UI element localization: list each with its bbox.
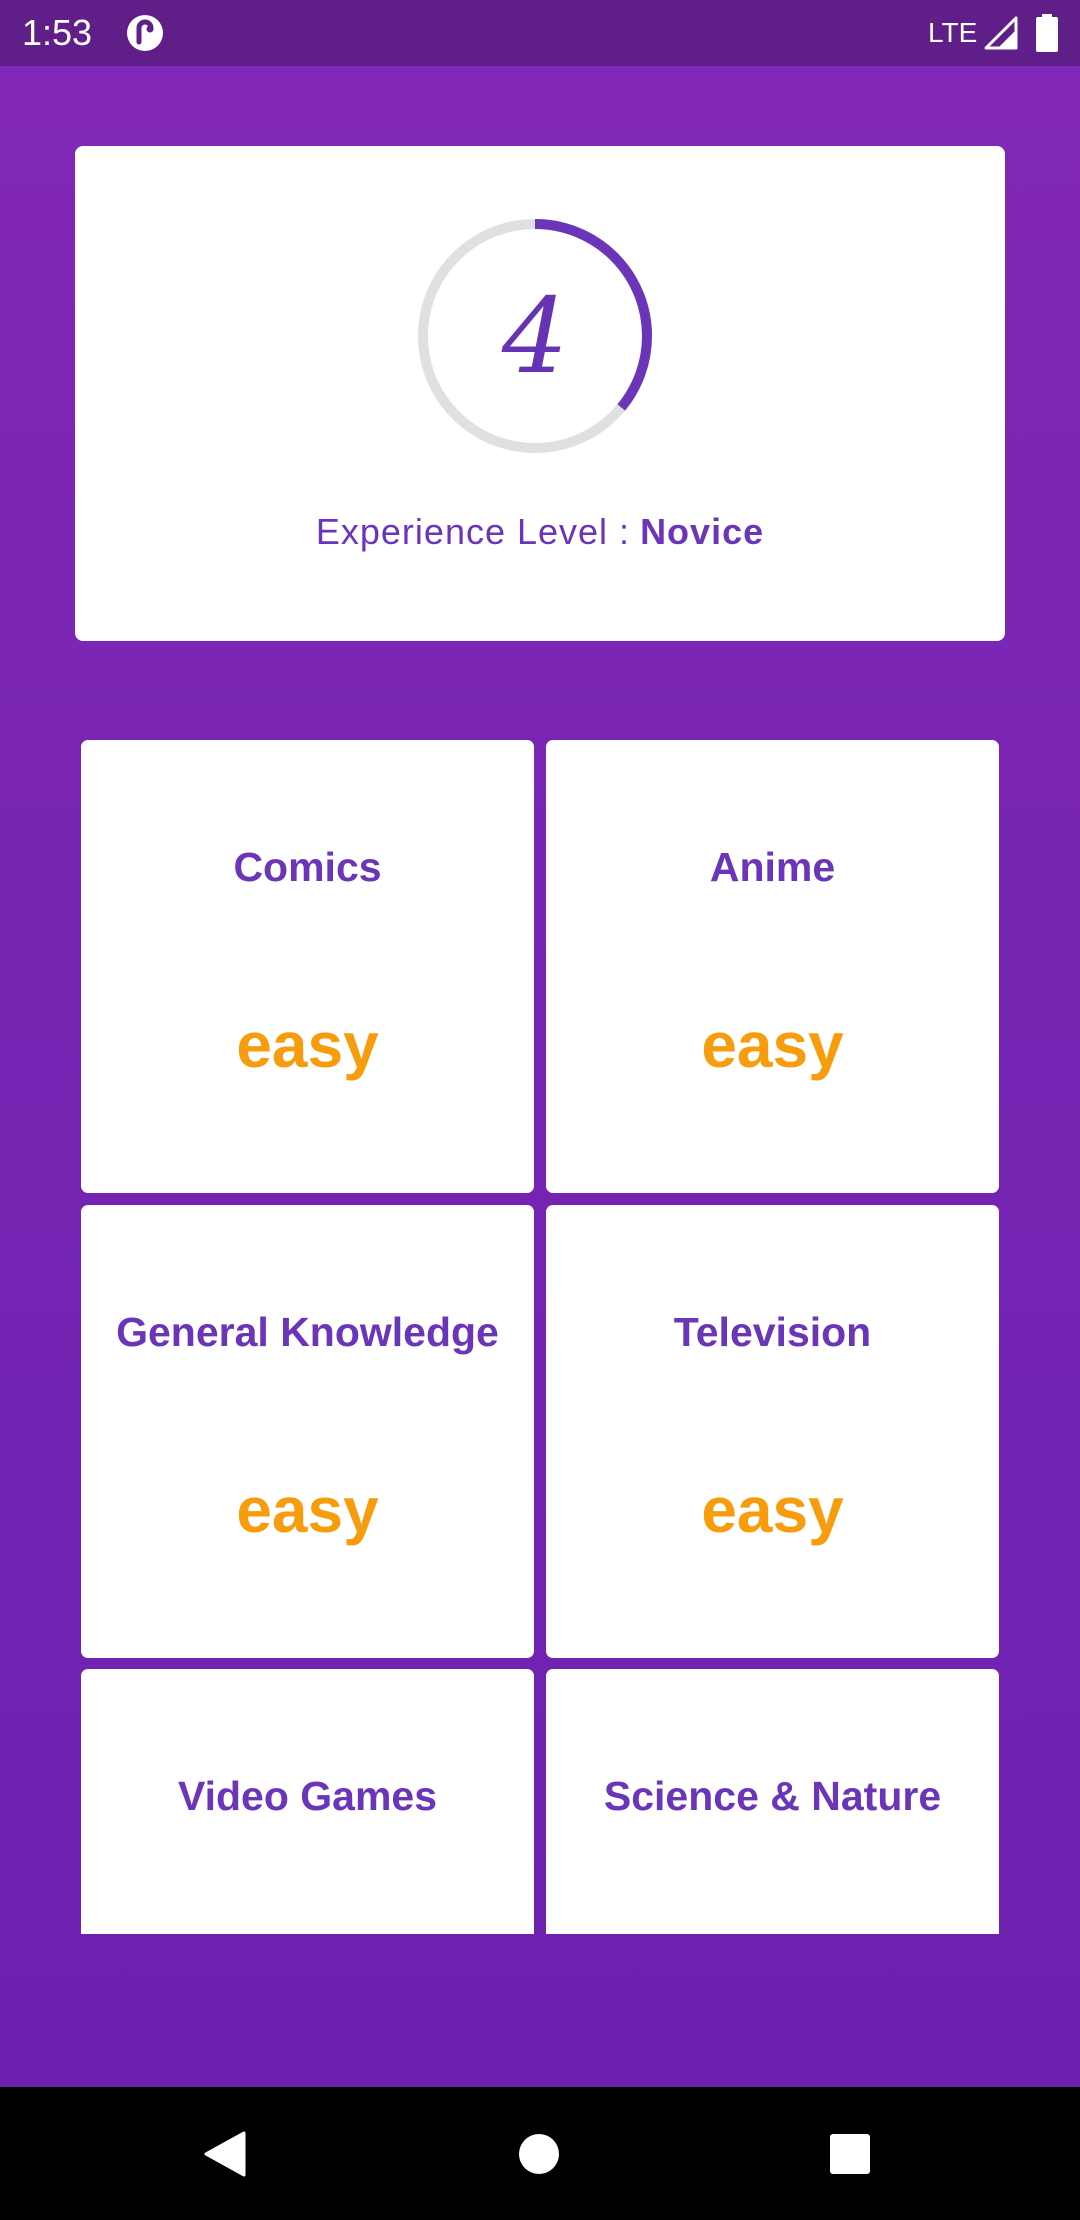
experience-level-label: Experience Level :	[315, 511, 631, 552]
category-title: Science & Nature	[603, 1773, 942, 1819]
experience-level-value: Novice	[640, 511, 765, 552]
experience-level-line: Experience Level : Novice	[75, 508, 1005, 556]
recents-square-icon[interactable]	[829, 2133, 871, 2175]
category-title: Comics	[233, 844, 382, 890]
experience-level-number: 4	[501, 275, 569, 397]
system-nav-bar	[0, 2087, 1080, 2220]
app-notification-icon	[127, 15, 163, 51]
category-card-anime[interactable]: Anime easy	[546, 740, 999, 1193]
category-card-television[interactable]: Television easy	[546, 1205, 999, 1658]
category-difficulty: easy	[236, 1009, 379, 1081]
category-card-comics[interactable]: Comics easy	[81, 740, 534, 1193]
category-grid: Comics easy Anime easy General Knowledge…	[81, 740, 999, 1934]
battery-full-icon	[1036, 14, 1058, 52]
category-title: Television	[673, 1309, 872, 1355]
status-bar: 1:53 LTE	[0, 0, 1080, 66]
back-triangle-icon[interactable]	[204, 2131, 246, 2177]
category-title: Video Games	[177, 1773, 438, 1819]
category-card-science-nature[interactable]: Science & Nature	[546, 1669, 999, 1934]
category-card-video-games[interactable]: Video Games	[81, 1669, 534, 1934]
category-difficulty: easy	[236, 1474, 379, 1546]
network-type-label: LTE	[928, 17, 978, 48]
cell-signal-icon	[984, 16, 1018, 50]
experience-card: 4 Experience Level : Novice	[75, 146, 1005, 641]
category-title: General Knowledge	[116, 1309, 499, 1355]
category-difficulty: easy	[701, 1009, 844, 1081]
home-circle-icon[interactable]	[518, 2133, 560, 2175]
category-card-general-knowledge[interactable]: General Knowledge easy	[81, 1205, 534, 1658]
status-time: 1:53	[22, 12, 93, 53]
category-difficulty: easy	[701, 1474, 844, 1546]
category-title: Anime	[709, 844, 836, 890]
